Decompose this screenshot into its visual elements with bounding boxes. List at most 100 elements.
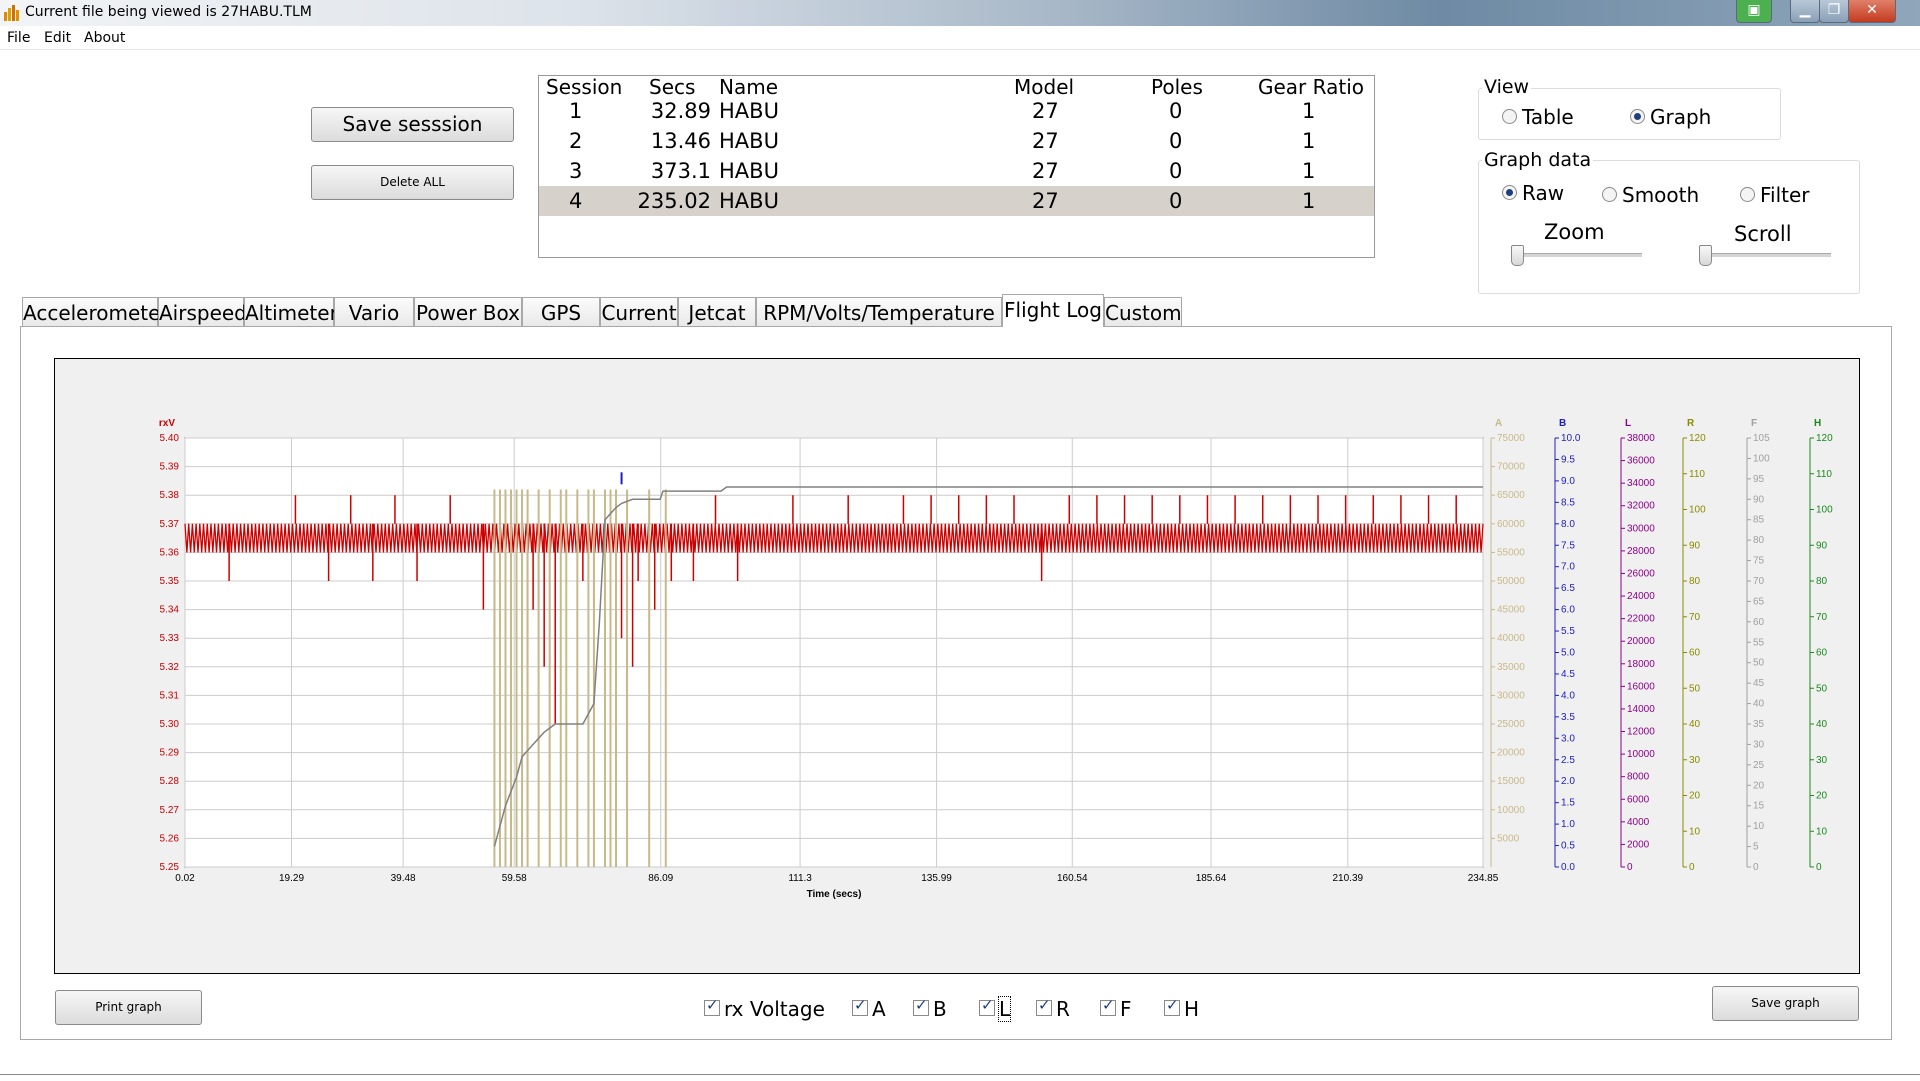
y-tick-label: 0 [1689, 862, 1695, 873]
x-tick-label: 135.99 [921, 873, 952, 884]
y-tick-label: 10000 [1497, 805, 1525, 816]
maximize-button[interactable]: ❐ [1819, 0, 1849, 23]
y-tick-label: 12000 [1627, 727, 1655, 738]
y-tick-label: 80 [1816, 576, 1828, 587]
y-tick-label: 60 [1689, 648, 1701, 659]
cell-session: 3 [569, 159, 583, 183]
window-icon-button[interactable]: ▣ [1736, 0, 1772, 23]
close-button[interactable]: ✕ [1848, 0, 1896, 23]
tab-accelerometer[interactable]: Accelerometer [22, 297, 169, 326]
y-tick-label: 15 [1753, 801, 1765, 812]
col-secs[interactable]: Secs [649, 76, 695, 98]
tab-gps[interactable]: GPS [522, 297, 600, 326]
y-tick-label: 20 [1816, 791, 1828, 802]
col-session[interactable]: Session [546, 76, 622, 98]
y-tick-label: 5.26 [160, 833, 180, 844]
y-tick-label: 45000 [1497, 605, 1525, 616]
x-tick-label: 19.29 [279, 873, 304, 884]
save-graph-button[interactable]: Save graph [1712, 986, 1859, 1021]
y-tick-label: 5.28 [160, 776, 180, 787]
y-tick-label: 6.5 [1561, 583, 1575, 594]
tab-airspeed[interactable]: Airspeed [158, 297, 247, 326]
y-tick-label: 100 [1689, 505, 1706, 516]
window-title: Current file being viewed is 27HABU.TLM [25, 4, 312, 20]
cell-model: 27 [1032, 159, 1059, 183]
table-row-selected[interactable]: 4 235.02 HABU 27 0 1 [539, 186, 1374, 216]
y-tick-label: 65 [1753, 596, 1765, 607]
tab-power-box[interactable]: Power Box [414, 297, 522, 326]
y-axis-label-R: R [1687, 418, 1695, 429]
x-tick-label: 86.09 [648, 873, 673, 884]
graph-area[interactable]: 0.02 19.29 39.48 59.58 86.09 111.3 135.99 160.5… [54, 358, 1860, 974]
y-tick-label: 2.0 [1561, 776, 1575, 787]
tab-rpm-volts-temperature[interactable]: RPM/Volts/Temperature [756, 297, 1002, 326]
y-tick-label: 5.40 [160, 433, 180, 444]
y-axis-label-B: B [1559, 418, 1566, 429]
y-tick-label: 75000 [1497, 433, 1525, 444]
y-tick-label: 120 [1816, 433, 1833, 444]
save-session-button[interactable]: Save sesssion [311, 107, 514, 142]
tab-current[interactable]: Current [600, 297, 678, 326]
y-tick-label: 20000 [1497, 748, 1525, 759]
table-row[interactable]: 3 373.1 HABU 27 0 1 [539, 156, 1374, 186]
col-poles[interactable]: Poles [1151, 76, 1203, 98]
radio-indicator [1502, 109, 1517, 124]
y-tick-label: 80 [1753, 535, 1765, 546]
session-table[interactable]: Session Secs Name Model Poles Gear Ratio… [538, 75, 1375, 258]
checkbox-label: rx Voltage [724, 997, 825, 1021]
x-tick-label: 210.39 [1333, 873, 1364, 884]
menu-bar: File Edit About [0, 27, 1920, 50]
menu-edit[interactable]: Edit [44, 30, 71, 46]
y-tick-label: 15000 [1497, 776, 1525, 787]
scroll-slider-thumb[interactable] [1699, 245, 1712, 266]
flight-log-chart[interactable]: 0.02 19.29 39.48 59.58 86.09 111.3 135.99 160.5… [55, 359, 1859, 973]
y-tick-label: 32000 [1627, 501, 1655, 512]
y-tick-label: 14000 [1627, 704, 1655, 715]
delete-all-button[interactable]: Delete ALL [311, 165, 514, 200]
minimize-button[interactable]: ▁ [1790, 0, 1820, 23]
x-tick-label: 111.3 [788, 873, 812, 884]
y-tick-label: 30000 [1497, 690, 1525, 701]
table-row[interactable]: 2 13.46 HABU 27 0 1 [539, 126, 1374, 156]
tab-custom[interactable]: Custom [1104, 297, 1182, 326]
print-graph-button[interactable]: Print graph [55, 990, 202, 1025]
tab-flight-log[interactable]: Flight Log [1002, 294, 1104, 327]
y-tick-label: 100 [1816, 505, 1833, 516]
radio-label: Smooth [1622, 183, 1700, 207]
cell-poles: 0 [1169, 99, 1183, 123]
y-tick-label: 90 [1689, 540, 1701, 551]
y-tick-label: 110 [1689, 469, 1705, 480]
col-name[interactable]: Name [719, 76, 778, 98]
tab-vario[interactable]: Vario [334, 297, 414, 326]
cell-gear-ratio: 1 [1302, 99, 1316, 123]
zoom-slider-thumb[interactable] [1511, 245, 1524, 266]
cell-gear-ratio: 1 [1302, 129, 1316, 153]
y-tick-label: 4.0 [1561, 690, 1575, 701]
scroll-slider-track[interactable] [1701, 253, 1831, 257]
y-tick-label: 100 [1753, 453, 1770, 464]
menu-file[interactable]: File [7, 30, 30, 46]
col-model[interactable]: Model [1014, 76, 1074, 98]
zoom-slider-track[interactable] [1512, 253, 1642, 257]
menu-about[interactable]: About [84, 30, 125, 46]
y-tick-label: 40 [1753, 699, 1765, 710]
col-gear-ratio[interactable]: Gear Ratio [1258, 76, 1364, 98]
radio-indicator [1630, 109, 1645, 124]
cell-model: 27 [1032, 189, 1059, 213]
session-table-header: Session Secs Name Model Poles Gear Ratio [539, 76, 1374, 98]
y-tick-label: 24000 [1627, 591, 1655, 602]
tab-altimeter[interactable]: Altimeter [244, 297, 338, 326]
y-tick-label: 55 [1753, 637, 1765, 648]
cell-secs: 13.46 [650, 129, 711, 153]
cell-session: 2 [569, 129, 583, 153]
plot-background [184, 437, 1484, 868]
y-tick-label: 6.0 [1561, 605, 1575, 616]
cell-name: HABU [719, 99, 779, 123]
checkbox-indicator [1164, 996, 1180, 1016]
table-row[interactable]: 1 32.89 HABU 27 0 1 [539, 96, 1374, 126]
y-tick-label: 5.38 [160, 490, 180, 501]
tab-jetcat[interactable]: Jetcat [678, 297, 756, 326]
cell-model: 27 [1032, 129, 1059, 153]
y-tick-label: 40000 [1497, 633, 1525, 644]
y-tick-label: 90 [1753, 494, 1765, 505]
